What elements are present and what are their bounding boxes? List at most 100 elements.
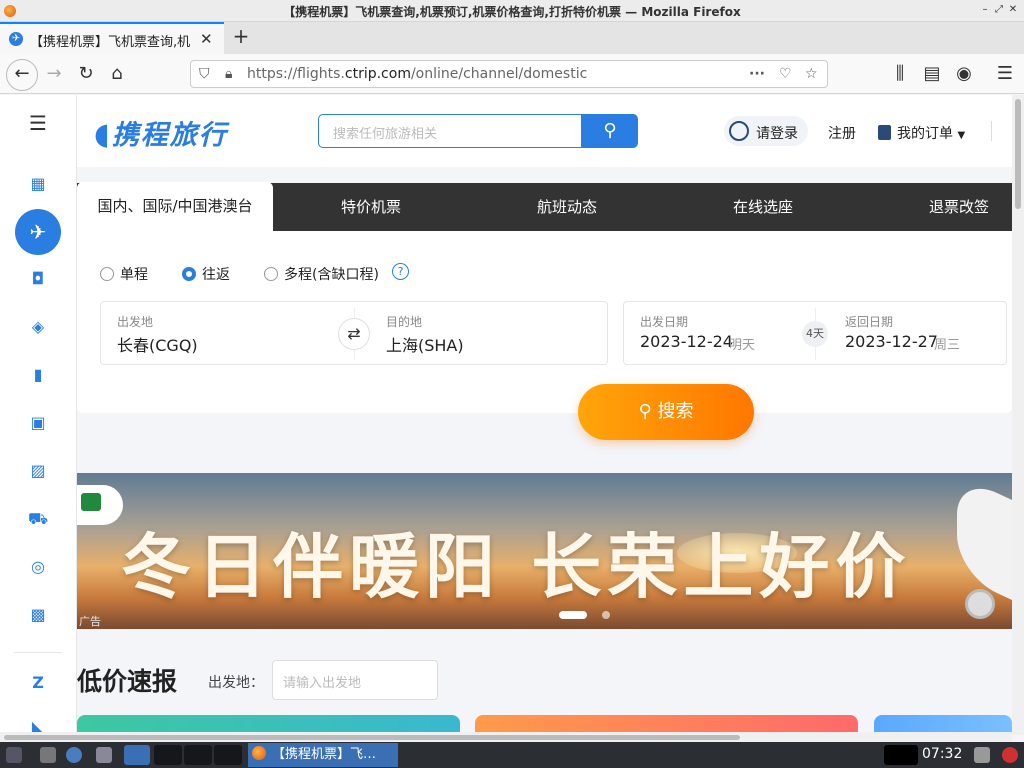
- register-link[interactable]: 注册: [828, 123, 856, 143]
- search-icon[interactable]: ⚲: [582, 114, 638, 148]
- radio-icon: [100, 267, 114, 281]
- gift-card-icon[interactable]: ▩: [28, 605, 48, 625]
- library-icon[interactable]: ⫼: [888, 62, 912, 86]
- reload-button[interactable]: ↻: [74, 62, 98, 86]
- minimize-icon[interactable]: –: [980, 5, 990, 15]
- low-price-from-input[interactable]: 请输入出发地: [272, 660, 438, 700]
- depart-date-field[interactable]: 2023-12-24: [640, 332, 733, 351]
- flight-search-button[interactable]: ⚲ 搜索: [578, 384, 754, 440]
- restore-icon[interactable]: ⤢: [994, 5, 1004, 15]
- radio-icon: [264, 267, 278, 281]
- from-placeholder: 请输入出发地: [283, 676, 362, 691]
- tab-domestic-international[interactable]: 国内、国际/中国港澳台: [77, 182, 273, 231]
- show-desktop-icon[interactable]: [40, 747, 56, 763]
- ctrip-favicon-icon: ✈: [9, 32, 23, 46]
- workspace-1[interactable]: [154, 745, 182, 765]
- eva-air-logo-icon: [81, 493, 101, 511]
- back-button[interactable]: ←: [6, 59, 38, 91]
- train-icon[interactable]: ◘: [28, 269, 48, 289]
- flight-icon[interactable]: ✈: [15, 209, 61, 255]
- taskbar-window-button[interactable]: 【携程机票】飞…: [248, 743, 398, 767]
- carousel-dot-active[interactable]: [559, 611, 587, 619]
- return-day-hint: 周三: [934, 338, 961, 353]
- close-tab-icon[interactable]: ✕: [200, 30, 213, 48]
- category-sidebar: ☰ ▦ ✈ ◘ ◈ ▮ ▣ ▨ ⛟ ◎ ▩ Z ◣: [0, 95, 77, 736]
- sidebar-divider: [14, 652, 62, 653]
- scroll-thumb[interactable]: [1015, 99, 1021, 209]
- to-city-field[interactable]: 上海(SHA): [386, 332, 464, 356]
- scroll-thumb[interactable]: [4, 735, 740, 740]
- ctrip-logo[interactable]: ◖携程旅行: [94, 113, 228, 152]
- chevron-down-icon: ▼: [957, 130, 966, 141]
- hamburger-menu-icon[interactable]: ☰: [28, 113, 48, 133]
- airplane-engine: [965, 589, 995, 619]
- close-window-icon[interactable]: ✕: [1008, 5, 1018, 15]
- promo-banner[interactable]: 冬日伴暖阳 长荣上好价 广告: [77, 473, 1012, 629]
- file-manager-icon[interactable]: [96, 747, 112, 763]
- site-search-input[interactable]: 搜索任何旅游相关: [318, 114, 582, 148]
- swap-cities-icon[interactable]: ⇄: [338, 318, 370, 350]
- depart-day-hint: 明天: [729, 338, 756, 353]
- power-icon[interactable]: [1002, 747, 1018, 763]
- search-icon: ⚲: [638, 401, 652, 422]
- hotel-icon[interactable]: ▦: [28, 174, 48, 194]
- workspace-3[interactable]: [214, 745, 242, 765]
- new-tab-icon[interactable]: +: [230, 26, 252, 48]
- bus-icon[interactable]: ▣: [28, 413, 48, 433]
- trip-length-badge: 4天: [802, 321, 828, 347]
- carousel-dot[interactable]: [602, 611, 610, 619]
- start-menu-icon[interactable]: [6, 747, 22, 763]
- trip-type-roundtrip[interactable]: 往返: [182, 264, 230, 284]
- radio-label: 多程(含缺口程): [284, 267, 379, 283]
- menu-icon[interactable]: ☰: [993, 62, 1017, 86]
- browser-tab[interactable]: ✈ 【携程机票】飞机票查询,机票预订,机票价格查询,打折特价机票 ✕: [0, 22, 224, 54]
- car-rental-icon[interactable]: ⛟: [28, 509, 48, 529]
- url-bar[interactable]: ⛉ 🔒︎ https://flights.ctrip.com/online/ch…: [190, 60, 828, 88]
- attraction-icon[interactable]: ▨: [28, 461, 48, 481]
- banner-headline: 冬日伴暖阳 长荣上好价: [121, 526, 912, 608]
- global-icon[interactable]: ◎: [28, 557, 48, 577]
- trip-type-multicity[interactable]: 多程(含缺口程): [264, 264, 379, 284]
- workspace-2[interactable]: [184, 745, 212, 765]
- account-icon[interactable]: ◉: [952, 62, 976, 86]
- tab-refund-change[interactable]: 退票改签: [861, 183, 1024, 231]
- search-placeholder: 搜索任何旅游相关: [333, 127, 438, 142]
- z-app-icon[interactable]: Z: [28, 673, 48, 693]
- depart-label: 出发日期: [640, 315, 689, 329]
- trip-type-oneway[interactable]: 单程: [100, 264, 148, 284]
- travel-icon[interactable]: ◈: [28, 317, 48, 337]
- firefox-launcher-icon[interactable]: [124, 745, 150, 765]
- page-actions-icon[interactable]: ···: [749, 66, 765, 82]
- search-button-label: 搜索: [657, 401, 694, 422]
- vertical-scrollbar[interactable]: [1012, 95, 1024, 735]
- network-icon[interactable]: [974, 747, 990, 763]
- lock-icon[interactable]: 🔒︎: [225, 66, 232, 82]
- tab-seat-selection[interactable]: 在线选座: [665, 183, 861, 231]
- from-label: 出发地: [117, 315, 154, 329]
- clock: 07:32: [922, 746, 963, 762]
- pocket-icon[interactable]: ♡: [779, 66, 792, 82]
- bookmark-star-icon[interactable]: ☆: [805, 66, 818, 82]
- return-date-field[interactable]: 2023-12-27: [845, 332, 938, 351]
- tracking-shield-icon[interactable]: ⛉: [199, 66, 210, 82]
- my-orders-menu[interactable]: 我的订单 ▼: [878, 123, 965, 143]
- from-city-field[interactable]: 长春(CGQ): [117, 332, 198, 356]
- orders-label: 我的订单: [897, 126, 953, 142]
- forward-button[interactable]: →: [42, 62, 66, 86]
- url-text: https://flights.ctrip.com/online/channel…: [247, 66, 588, 82]
- help-icon[interactable]: ?: [392, 263, 409, 280]
- radio-selected-icon: [182, 267, 196, 281]
- tray-area: [884, 745, 918, 765]
- login-label: 请登录: [756, 126, 798, 142]
- horizontal-scrollbar[interactable]: [0, 732, 1012, 742]
- login-button[interactable]: 请登录: [724, 116, 808, 146]
- home-button[interactable]: ⌂: [105, 62, 129, 86]
- tab-special-fares[interactable]: 特价机票: [273, 183, 469, 231]
- return-label: 返回日期: [845, 315, 894, 329]
- guide-book-icon[interactable]: ▮: [28, 365, 48, 385]
- browser-launcher-icon[interactable]: [66, 747, 82, 763]
- user-avatar-icon: [729, 121, 749, 141]
- sidebar-toggle-icon[interactable]: ▤: [920, 62, 944, 86]
- tab-flight-status[interactable]: 航班动态: [469, 183, 665, 231]
- taskbar: [0, 742, 1024, 768]
